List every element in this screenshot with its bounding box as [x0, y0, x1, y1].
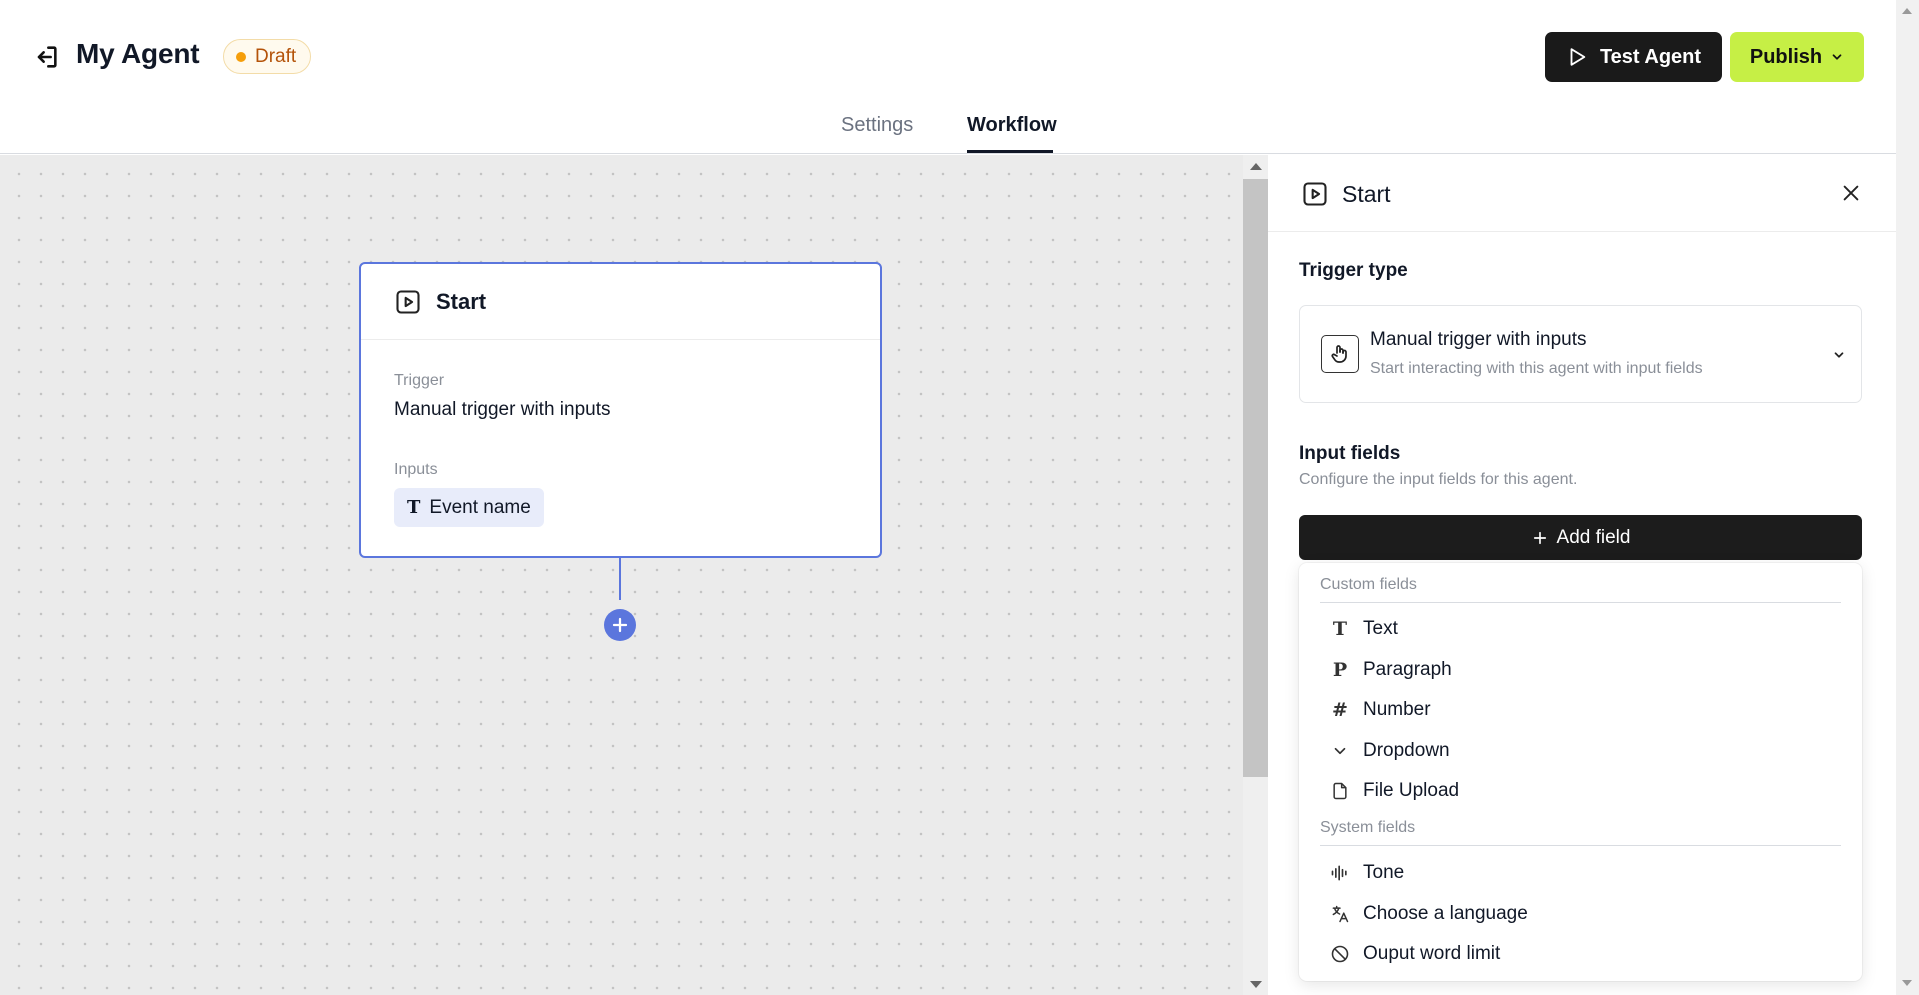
menu-item-label: Tone [1363, 862, 1405, 883]
chevron-down-icon [1832, 54, 1842, 60]
exit-icon[interactable] [30, 41, 62, 73]
canvas-scroll-thumb[interactable] [1243, 179, 1268, 777]
menu-item-text[interactable]: T Text [1309, 611, 1852, 647]
trigger-type-title: Trigger type [1299, 260, 1408, 281]
translate-icon [1329, 903, 1351, 925]
start-node[interactable]: Start Trigger Manual trigger with inputs… [359, 262, 882, 558]
status-dot-icon [236, 51, 246, 62]
chevron-down-icon [1834, 352, 1844, 358]
menu-item-label: Choose a language [1363, 903, 1528, 924]
divider [1320, 845, 1841, 846]
menu-item-word-limit[interactable]: Ouput word limit [1309, 936, 1852, 972]
text-type-icon: T [1332, 618, 1348, 640]
add-field-menu: Custom fields T Text P Paragraph # Numbe… [1299, 563, 1862, 981]
play-square-icon [396, 289, 420, 314]
status-badge: Draft [223, 39, 312, 74]
menu-item-dropdown[interactable]: Dropdown [1309, 733, 1852, 769]
start-node-title: Start [436, 288, 487, 314]
panel-header: Start [1268, 155, 1896, 232]
menu-item-label: Dropdown [1363, 740, 1450, 761]
play-icon [1570, 48, 1586, 66]
system-fields-label: System fields [1320, 819, 1416, 836]
scroll-up-icon[interactable] [1250, 163, 1262, 170]
panel-title: Start [1342, 181, 1391, 207]
menu-item-paragraph[interactable]: P Paragraph [1309, 652, 1852, 688]
trigger-value: Manual trigger with inputs [394, 399, 611, 420]
input-chip-label: Event name [429, 496, 531, 518]
page-title: My Agent [76, 38, 200, 69]
plus-icon [1533, 531, 1546, 544]
inputs-label: Inputs [394, 461, 438, 478]
hash-icon: # [1332, 699, 1348, 721]
ban-icon [1329, 943, 1351, 965]
paragraph-icon: P [1332, 659, 1348, 681]
menu-item-file-upload[interactable]: File Upload [1309, 773, 1852, 809]
status-badge-label: Draft [255, 45, 297, 67]
file-icon [1329, 780, 1351, 802]
node-connector [619, 558, 621, 600]
menu-item-tone[interactable]: Tone [1309, 855, 1852, 891]
publish-button[interactable]: Publish [1730, 32, 1864, 82]
plus-icon [612, 617, 628, 633]
hand-pointer-icon [1321, 335, 1359, 373]
menu-item-label: Ouput word limit [1363, 943, 1501, 964]
publish-label: Publish [1749, 45, 1823, 68]
menu-item-language[interactable]: Choose a language [1309, 896, 1852, 932]
text-type-icon: T [407, 497, 421, 518]
close-icon[interactable] [1838, 180, 1864, 206]
add-node-button[interactable] [604, 609, 636, 641]
trigger-name: Manual trigger with inputs [1370, 329, 1587, 350]
audio-lines-icon [1329, 862, 1351, 884]
input-chip[interactable]: T Event name [394, 488, 544, 527]
chevron-down-icon [1329, 740, 1351, 762]
play-square-icon [1303, 182, 1327, 206]
test-agent-label: Test Agent [1599, 45, 1702, 68]
input-fields-description: Configure the input fields for this agen… [1299, 471, 1578, 488]
menu-item-label: Number [1363, 699, 1431, 720]
test-agent-button[interactable]: Test Agent [1545, 32, 1722, 82]
app-header: My Agent Draft Test Agent Publish Settin… [0, 0, 1896, 154]
menu-item-label: Paragraph [1363, 659, 1452, 680]
page-scroll-down-icon[interactable] [1902, 980, 1912, 986]
menu-item-label: Text [1363, 618, 1398, 639]
tab-settings[interactable]: Settings [841, 114, 913, 137]
tab-workflow[interactable]: Workflow [967, 114, 1057, 137]
divider [1320, 602, 1841, 603]
custom-fields-label: Custom fields [1320, 576, 1417, 593]
page-scroll-up-icon[interactable] [1902, 8, 1912, 14]
start-node-header: Start [361, 264, 880, 340]
scroll-down-icon[interactable] [1250, 981, 1262, 988]
trigger-description: Start interacting with this agent with i… [1370, 360, 1703, 377]
active-tab-indicator [967, 150, 1053, 153]
menu-item-label: File Upload [1363, 780, 1460, 801]
trigger-type-select[interactable]: Manual trigger with inputs Start interac… [1299, 305, 1862, 403]
page-scrollbar[interactable] [1896, 0, 1919, 995]
menu-item-number[interactable]: # Number [1309, 692, 1852, 728]
input-fields-title: Input fields [1299, 443, 1401, 464]
add-field-button[interactable]: Add field [1299, 515, 1862, 560]
start-node-body: Trigger Manual trigger with inputs Input… [361, 340, 880, 559]
trigger-label: Trigger [394, 372, 445, 389]
add-field-label: Add field [1556, 526, 1631, 548]
